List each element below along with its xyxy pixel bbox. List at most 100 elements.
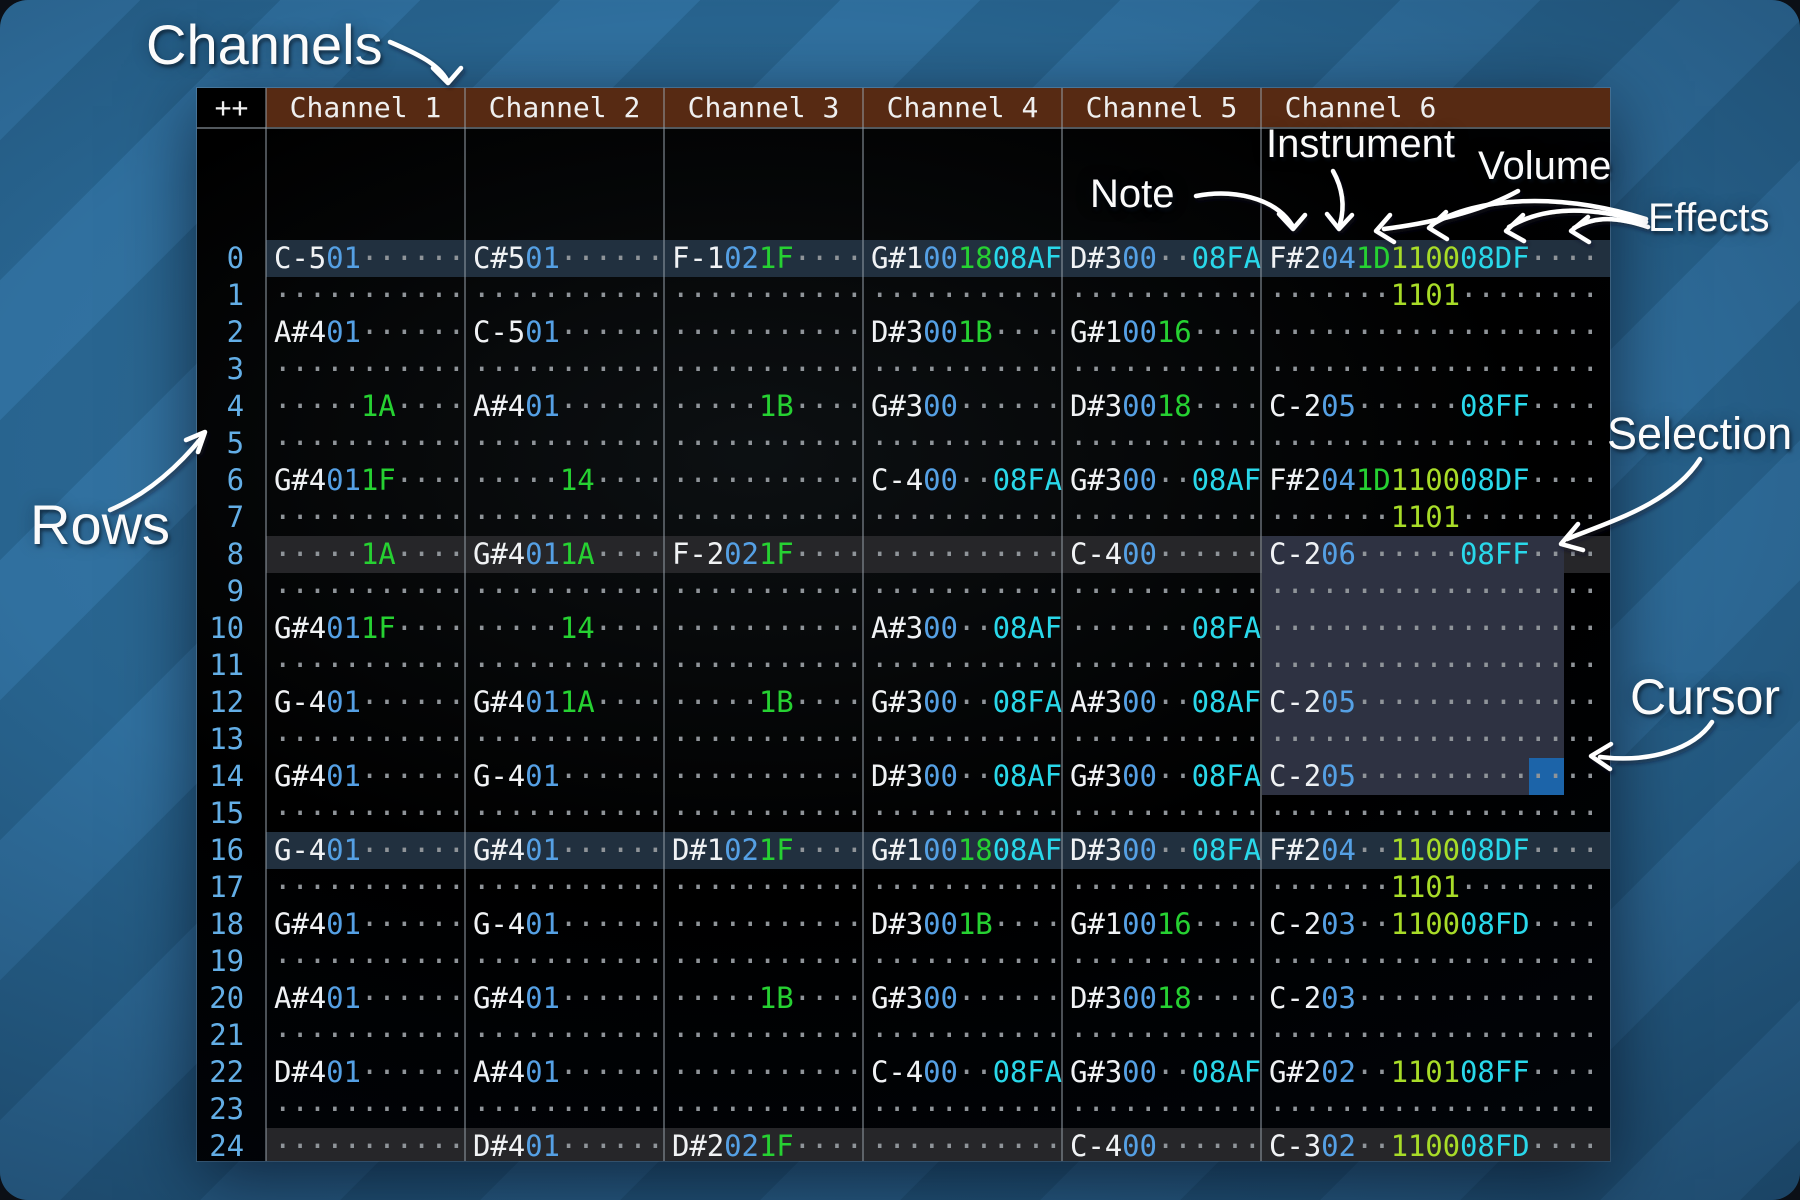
pattern-cell[interactable]: ··········· (863, 425, 1062, 462)
pattern-cell[interactable]: ··········· (1062, 721, 1261, 758)
pattern-cell[interactable]: ··········· (863, 573, 1062, 610)
pattern-cell[interactable]: ··········· (465, 1091, 664, 1128)
pattern-cell[interactable]: ··········· (465, 721, 664, 758)
pattern-cell[interactable]: ··········· (664, 758, 863, 795)
pattern-cell[interactable]: C-302··110008FD···· (1261, 1128, 1610, 1161)
pattern-cell[interactable]: ··········· (664, 1054, 863, 1091)
pattern-cell[interactable]: ··········· (664, 499, 863, 536)
pattern-cell[interactable]: ·······1101········ (1261, 499, 1610, 536)
pattern-cell[interactable]: ··················· (1261, 573, 1610, 610)
pattern-cell[interactable]: ··········· (664, 425, 863, 462)
pattern-cell[interactable]: ··········· (664, 462, 863, 499)
pattern-cell[interactable]: ··········· (266, 1017, 465, 1054)
pattern-cell[interactable]: ··········· (664, 1091, 863, 1128)
pattern-cell[interactable]: C-501······ (266, 240, 465, 277)
pattern-cell[interactable]: ··········· (465, 647, 664, 684)
pattern-cell[interactable]: G#4011F···· (266, 462, 465, 499)
pattern-cell[interactable]: ··········· (1062, 277, 1261, 314)
pattern-cell[interactable]: ··········· (664, 351, 863, 388)
pattern-cell[interactable]: G#10016···· (1062, 314, 1261, 351)
pattern-cell[interactable]: ··········· (664, 869, 863, 906)
pattern-cell[interactable]: ··········· (1062, 869, 1261, 906)
pattern-cell[interactable]: G-401······ (266, 832, 465, 869)
pattern-cell[interactable]: D#300··08AF (863, 758, 1062, 795)
pattern-cell[interactable]: ··········· (863, 1017, 1062, 1054)
pattern-cell[interactable]: C-400······ (1062, 1128, 1261, 1161)
pattern-cell[interactable]: ··········· (465, 425, 664, 462)
pattern-cell[interactable]: ··········· (1062, 499, 1261, 536)
pattern-cell[interactable]: ··········· (664, 314, 863, 351)
pattern-cell[interactable]: F#204··110008DF···· (1261, 832, 1610, 869)
pattern-cell[interactable]: ··········· (664, 277, 863, 314)
pattern-cell[interactable]: ··········· (465, 869, 664, 906)
pattern-cell[interactable]: ··········· (266, 1091, 465, 1128)
pattern-cell[interactable]: ··········· (664, 573, 863, 610)
pattern-cell[interactable]: D#300··08FA (1062, 240, 1261, 277)
pattern-cell[interactable]: ··········· (266, 1128, 465, 1161)
pattern-cell[interactable]: ··················· (1261, 610, 1610, 647)
pattern-cell[interactable]: G#401······ (465, 832, 664, 869)
pattern-cell[interactable]: A#401······ (465, 1054, 664, 1091)
pattern-cell[interactable]: ··········· (863, 795, 1062, 832)
pattern-cell[interactable]: ··········· (863, 721, 1062, 758)
pattern-cell[interactable]: C#501······ (465, 240, 664, 277)
pattern-cell[interactable]: ··········· (465, 1017, 664, 1054)
pattern-cell[interactable]: ··········· (1062, 1091, 1261, 1128)
pattern-cell[interactable]: ··········· (266, 277, 465, 314)
pattern-cell[interactable]: G#300··08AF (1062, 462, 1261, 499)
pattern-cell[interactable]: ·······08FA (1062, 610, 1261, 647)
pattern-cell[interactable]: D#30018···· (1062, 388, 1261, 425)
pattern-cell[interactable]: G#202··110108FF···· (1261, 1054, 1610, 1091)
pattern-cell[interactable]: ··················· (1261, 425, 1610, 462)
pattern-cell[interactable]: ··········· (266, 869, 465, 906)
pattern-cell[interactable]: G#401······ (266, 758, 465, 795)
pattern-cell[interactable]: ··········· (266, 795, 465, 832)
pattern-cell[interactable]: G#300··08AF (1062, 1054, 1261, 1091)
pattern-cell[interactable]: ··········· (664, 943, 863, 980)
pattern-cell[interactable]: C-203··110008FD···· (1261, 906, 1610, 943)
pattern-cell[interactable]: ··········· (465, 573, 664, 610)
pattern-cell[interactable]: G#1001808AF (863, 240, 1062, 277)
pattern-cell[interactable]: C-206······08FF···· (1261, 536, 1610, 573)
pattern-cell[interactable]: ··········· (863, 277, 1062, 314)
pattern-cell[interactable]: C-501······ (465, 314, 664, 351)
pattern-cell[interactable]: ·····1A···· (266, 536, 465, 573)
pattern-cell[interactable]: ··········· (266, 499, 465, 536)
pattern-cell[interactable]: A#300··08AF (863, 610, 1062, 647)
pattern-cell[interactable]: ··········· (664, 721, 863, 758)
pattern-cell[interactable]: ··········· (664, 647, 863, 684)
pattern-cell[interactable]: ·····14···· (465, 462, 664, 499)
pattern-cell[interactable]: ··········· (664, 610, 863, 647)
pattern-cell[interactable]: ··········· (863, 351, 1062, 388)
pattern-cell[interactable]: ··········· (465, 499, 664, 536)
pattern-cell[interactable]: A#401······ (266, 980, 465, 1017)
pattern-cell[interactable]: F-2021F···· (664, 536, 863, 573)
pattern-cell[interactable]: A#401······ (465, 388, 664, 425)
channel-header[interactable]: Channel 2 (465, 88, 664, 127)
pattern-cell[interactable]: ·····1A···· (266, 388, 465, 425)
pattern-cell[interactable]: ··················· (1261, 351, 1610, 388)
pattern-cell[interactable]: G#10016···· (1062, 906, 1261, 943)
pattern-cell[interactable]: ··········· (1062, 943, 1261, 980)
pattern-cell[interactable]: ··········· (266, 943, 465, 980)
pattern-cell[interactable]: ··················· (1261, 721, 1610, 758)
pattern-cell[interactable]: C-203·············· (1261, 980, 1610, 1017)
pattern-cell[interactable]: D#1021F···· (664, 832, 863, 869)
pattern-cell[interactable]: ··········· (664, 795, 863, 832)
pattern-cell[interactable]: ··········· (863, 647, 1062, 684)
pattern-cell[interactable]: ·····1B···· (664, 684, 863, 721)
pattern-cell[interactable]: F#2041D110008DF···· (1261, 462, 1610, 499)
pattern-cell[interactable]: C-205·············· (1261, 758, 1610, 795)
pattern-cell[interactable]: ··················· (1261, 1091, 1610, 1128)
pattern-cell[interactable]: ··········· (664, 1017, 863, 1054)
pattern-cell[interactable]: G#300······ (863, 980, 1062, 1017)
pattern-cell[interactable]: G#4011A···· (465, 536, 664, 573)
pattern-cell[interactable]: C-400··08FA (863, 1054, 1062, 1091)
pattern-cell[interactable]: ··········· (1062, 1017, 1261, 1054)
pattern-cell[interactable]: G#300······ (863, 388, 1062, 425)
channel-header[interactable]: Channel 4 (863, 88, 1062, 127)
pattern-cell[interactable]: D#401······ (465, 1128, 664, 1161)
pattern-cell[interactable]: ··········· (863, 536, 1062, 573)
pattern-cell[interactable]: ··········· (1062, 795, 1261, 832)
pattern-cell[interactable]: ··········· (1062, 573, 1261, 610)
